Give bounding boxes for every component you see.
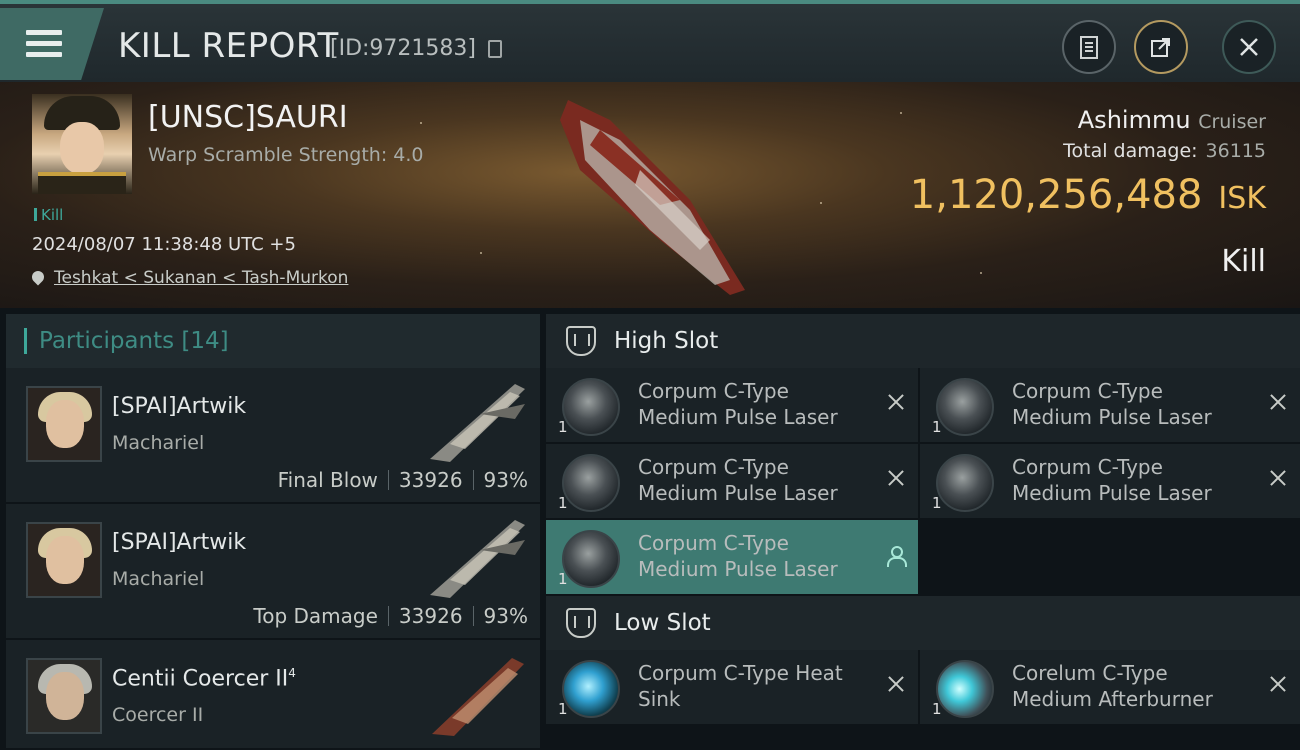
- dropped-person-icon: [886, 546, 907, 567]
- participant-stats: Top Damage 33926 93%: [253, 604, 528, 628]
- close-icon: [1240, 38, 1258, 56]
- participant-name: [SPAI]Artwik: [112, 530, 247, 555]
- participants-header: Participants [14]: [6, 314, 540, 368]
- heat-sink-icon: [562, 660, 620, 718]
- participant-avatar: [26, 658, 102, 734]
- participant-stats: Final Blow 33926 93%: [277, 468, 528, 492]
- pulse-laser-icon: [936, 378, 994, 436]
- hamburger-icon: [26, 30, 62, 63]
- ship-image[interactable]: [540, 90, 770, 300]
- destroyed-icon: [1268, 468, 1288, 488]
- afterburner-icon: [936, 660, 994, 718]
- report-id: [ID:9721583]: [330, 36, 476, 61]
- close-button[interactable]: [1222, 20, 1276, 74]
- kill-tag: Kill: [34, 206, 63, 224]
- participants-panel: Participants [14] [SPAI]Artwik Machariel…: [6, 314, 540, 750]
- participant-ship-image: [430, 520, 525, 598]
- isk-value: 1,120,256,488 ISK: [909, 172, 1266, 218]
- participant-name: [SPAI]Artwik: [112, 394, 247, 419]
- clipboard-button[interactable]: [1062, 20, 1116, 74]
- pulse-laser-icon: [562, 454, 620, 512]
- participant-name: Centii Coercer II4: [112, 666, 296, 692]
- copy-icon[interactable]: [488, 40, 502, 58]
- module-item[interactable]: 1 Corpum C-Type Medium Pulse Laser: [546, 368, 918, 442]
- total-damage: Total damage: 36115: [1063, 140, 1266, 162]
- module-item-selected[interactable]: 1 Corpum C-Type Medium Pulse Laser: [546, 520, 918, 594]
- warp-scramble-strength: Warp Scramble Strength: 4.0: [148, 144, 424, 166]
- high-slot-header: High Slot: [546, 314, 1300, 368]
- destroyed-icon: [886, 392, 906, 412]
- participant-ship: Machariel: [112, 568, 205, 590]
- participant-row[interactable]: [SPAI]Artwik Machariel Final Blow 33926 93…: [6, 368, 540, 504]
- victim-banner: [UNSC]SAURI Warp Scramble Strength: 4.0 …: [0, 82, 1300, 308]
- destroyed-icon: [886, 468, 906, 488]
- participant-row[interactable]: [SPAI]Artwik Machariel Top Damage 33926 93…: [6, 504, 540, 640]
- participant-ship: Machariel: [112, 432, 205, 454]
- participant-avatar: [26, 386, 102, 462]
- victim-avatar[interactable]: [32, 94, 132, 194]
- timestamp: 2024/08/07 11:38:48 UTC +5: [32, 234, 296, 255]
- destroyed-icon: [886, 674, 906, 694]
- fitting-panel: High Slot 1 Corpum C-Type Medium Pulse La…: [546, 314, 1300, 750]
- share-button[interactable]: [1134, 20, 1188, 74]
- clipboard-icon: [1080, 36, 1098, 59]
- destroyed-icon: [1268, 392, 1288, 412]
- share-icon: [1151, 38, 1170, 57]
- participant-row[interactable]: Centii Coercer II4 Coercer II: [6, 640, 540, 750]
- location[interactable]: Teshkat < Sukanan < Tash-Murkon: [29, 268, 348, 288]
- pulse-laser-icon: [562, 378, 620, 436]
- participant-ship: Coercer II: [112, 704, 204, 726]
- module-item[interactable]: 1 Corelum C-Type Medium Afterburner: [920, 650, 1300, 724]
- empty-slot: [920, 520, 1300, 594]
- high-slot-icon: [566, 326, 596, 356]
- result-label: Kill: [1221, 244, 1266, 279]
- participant-avatar: [26, 522, 102, 598]
- victim-name[interactable]: [UNSC]SAURI: [148, 100, 348, 135]
- location-pin-icon: [29, 268, 47, 286]
- pulse-laser-icon: [562, 530, 620, 588]
- ship-name: Ashimmu Cruiser: [1077, 106, 1266, 134]
- module-item[interactable]: 1 Corpum C-Type Medium Pulse Laser: [546, 444, 918, 518]
- top-bar: KILL REPORT [ID:9721583]: [0, 0, 1300, 82]
- module-item[interactable]: 1 Corpum C-Type Heat Sink: [546, 650, 918, 724]
- module-item[interactable]: 1 Corpum C-Type Medium Pulse Laser: [920, 368, 1300, 442]
- low-slot-header: Low Slot: [546, 596, 1300, 650]
- participant-ship-image: [432, 658, 524, 736]
- page-title: KILL REPORT: [118, 26, 339, 66]
- module-item[interactable]: 1 Corpum C-Type Medium Pulse Laser: [920, 444, 1300, 518]
- menu-button[interactable]: [0, 8, 104, 80]
- location-link[interactable]: Teshkat < Sukanan < Tash-Murkon: [54, 268, 348, 288]
- low-slot-icon: [566, 608, 596, 638]
- pulse-laser-icon: [936, 454, 994, 512]
- destroyed-icon: [1268, 674, 1288, 694]
- participant-ship-image: [430, 384, 525, 462]
